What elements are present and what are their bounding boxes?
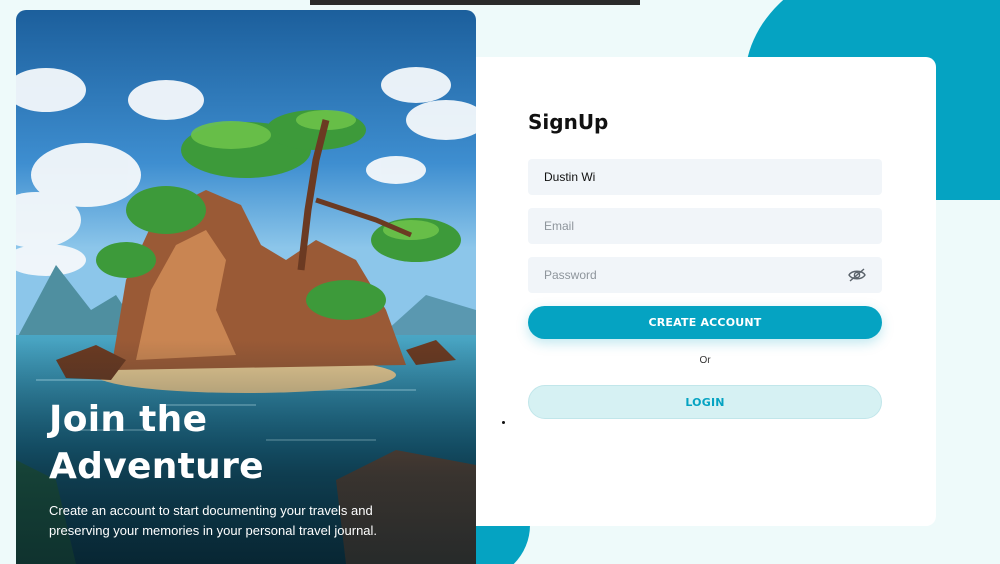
signup-card: SignUp CREATE ACCOUNT Or LOGIN xyxy=(476,57,936,526)
eye-slash-icon[interactable] xyxy=(847,267,867,283)
password-input[interactable] xyxy=(528,257,882,293)
hero-title: Join the Adventure xyxy=(49,396,449,490)
hero-subtitle: Create an account to start documenting y… xyxy=(49,503,378,538)
signup-page: Join the Adventure Create an account to … xyxy=(0,0,1000,564)
or-divider: Or xyxy=(699,355,711,366)
mouse-cursor xyxy=(502,421,505,424)
email-input[interactable] xyxy=(528,208,882,244)
create-account-button[interactable]: CREATE ACCOUNT xyxy=(528,306,882,339)
top-strip xyxy=(310,0,640,5)
hero-title-line2: Adventure xyxy=(49,446,264,487)
hero-title-line1: Join the xyxy=(49,399,208,440)
hero-panel: Join the Adventure Create an account to … xyxy=(16,10,476,564)
login-button[interactable]: LOGIN xyxy=(528,385,882,419)
form-title: SignUp xyxy=(528,110,609,134)
name-input[interactable] xyxy=(528,159,882,195)
